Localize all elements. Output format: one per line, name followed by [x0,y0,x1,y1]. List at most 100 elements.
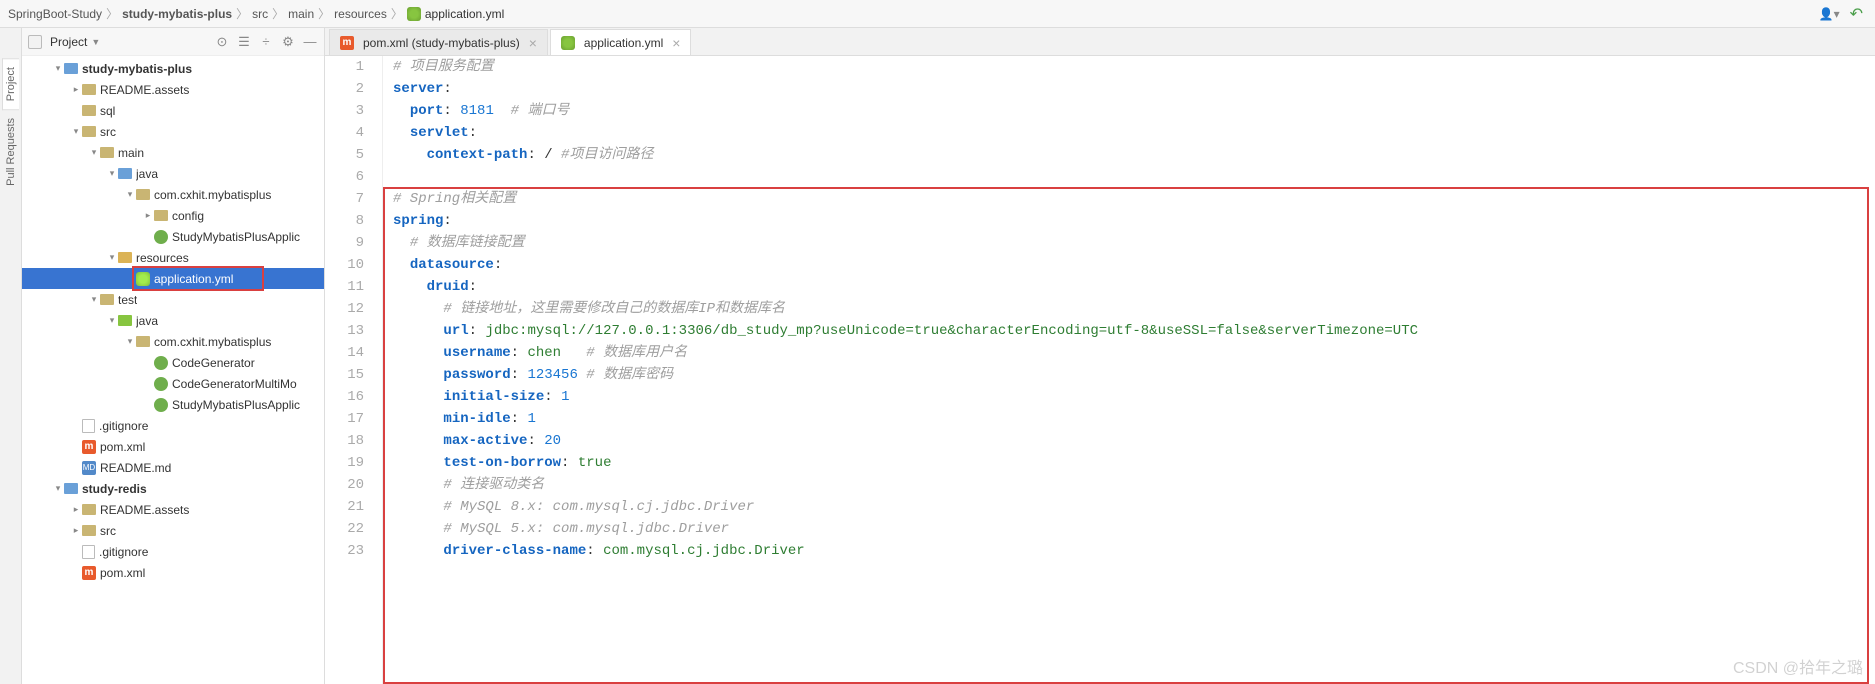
chevron-down-icon[interactable]: ▼ [91,37,100,47]
line-number: 10 [325,254,364,276]
code-editor[interactable]: 1234567891011121314151617181920212223 # … [325,56,1875,684]
tree-arrow-icon[interactable]: ▾ [124,336,136,347]
code-line[interactable]: test-on-borrow: true [393,452,1875,474]
tree-arrow-icon[interactable]: ▾ [106,315,118,326]
tree-row[interactable]: ▸ README.assets [22,79,324,100]
close-icon[interactable]: × [529,35,537,51]
chevron-right-icon: 〉 [272,5,284,22]
tree-row[interactable]: ▾study-redis [22,478,324,499]
gear-icon[interactable]: ⚙ [280,34,296,50]
tree-arrow-icon[interactable]: ▾ [124,189,136,200]
close-icon[interactable]: × [672,35,680,51]
code-line[interactable]: context-path: / #项目访问路径 [393,144,1875,166]
tree-row[interactable]: ▾com.cxhit.mybatisplus [22,331,324,352]
tree-arrow-icon[interactable]: ▸ [142,210,154,221]
line-number: 13 [325,320,364,342]
breadcrumb-item[interactable]: resources [334,7,387,21]
tree-row[interactable]: ▾java [22,310,324,331]
tree-row[interactable]: CodeGeneratorMultiMo [22,373,324,394]
project-tool-tab[interactable]: Project [2,58,19,110]
tree-arrow-icon[interactable]: ▾ [70,126,82,137]
tree-row[interactable]: sql [22,100,324,121]
breadcrumb-item[interactable]: SpringBoot-Study [8,7,102,21]
editor-tab[interactable]: application.yml× [550,29,692,55]
tree-row[interactable]: MDREADME.md [22,457,324,478]
tree-arrow-icon[interactable]: ▾ [52,63,64,74]
tree-row[interactable]: StudyMybatisPlusApplic [22,226,324,247]
tree-row[interactable]: StudyMybatisPlusApplic [22,394,324,415]
breadcrumb-item[interactable]: src [252,7,268,21]
tree-arrow-icon[interactable]: ▾ [52,483,64,494]
tree-row[interactable]: ▾test [22,289,324,310]
tree-row[interactable]: ▸src [22,520,324,541]
code-line[interactable]: max-active: 20 [393,430,1875,452]
code-line[interactable]: # MySQL 5.x: com.mysql.jdbc.Driver [393,518,1875,540]
breadcrumb-item[interactable]: application.yml [407,7,504,21]
code-line[interactable]: url: jdbc:mysql://127.0.0.1:3306/db_stud… [393,320,1875,342]
code-line[interactable]: min-idle: 1 [393,408,1875,430]
code-line[interactable] [393,166,1875,188]
hide-icon[interactable]: — [302,34,318,50]
user-icon[interactable]: 👤▾ [1819,7,1840,21]
tree-arrow-icon[interactable]: ▾ [106,252,118,263]
java-class-icon [154,398,168,412]
code-line[interactable]: # MySQL 8.x: com.mysql.cj.jdbc.Driver [393,496,1875,518]
code-line[interactable]: driver-class-name: com.mysql.cj.jdbc.Dri… [393,540,1875,562]
code-line[interactable]: # 连接驱动类名 [393,474,1875,496]
tree-arrow-icon[interactable]: ▸ [70,84,82,95]
gutter: 1234567891011121314151617181920212223 [325,56,383,684]
code-line[interactable]: initial-size: 1 [393,386,1875,408]
code-line[interactable]: password: 123456 # 数据库密码 [393,364,1875,386]
tree-row[interactable]: ▾java [22,163,324,184]
collapse-all-icon[interactable]: ÷ [258,34,274,50]
pull-requests-tool-tab[interactable]: Pull Requests [3,110,19,194]
code-line[interactable]: # 链接地址，这里需要修改自己的数据库IP和数据库名 [393,298,1875,320]
code-line[interactable]: port: 8181 # 端口号 [393,100,1875,122]
code-line[interactable]: spring: [393,210,1875,232]
expand-all-icon[interactable]: ☰ [236,34,252,50]
tree-row[interactable]: ▾study-mybatis-plus [22,58,324,79]
tree-arrow-icon[interactable]: ▾ [88,294,100,305]
code-line[interactable]: # 项目服务配置 [393,56,1875,78]
breadcrumb: SpringBoot-Study 〉 study-mybatis-plus 〉 … [0,0,1875,28]
code-content[interactable]: # 项目服务配置server: port: 8181 # 端口号 servlet… [383,56,1875,684]
tree-row[interactable]: .gitignore [22,541,324,562]
tree-row[interactable]: ▸README.assets [22,499,324,520]
line-number: 8 [325,210,364,232]
tree-row[interactable]: mpom.xml [22,562,324,583]
tree-row[interactable]: ▾com.cxhit.mybatisplus [22,184,324,205]
tree-row[interactable]: ▸config [22,205,324,226]
tree-arrow-icon[interactable]: ▾ [88,147,100,158]
tree-item-label: CodeGeneratorMultiMo [172,377,297,391]
editor-tab[interactable]: mpom.xml (study-mybatis-plus)× [329,29,548,55]
breadcrumb-item[interactable]: main [288,7,314,21]
breadcrumb-item[interactable]: study-mybatis-plus [122,7,232,21]
back-icon[interactable]: ↶ [1850,4,1863,24]
code-line[interactable]: username: chen # 数据库用户名 [393,342,1875,364]
tree-row[interactable]: ▾main [22,142,324,163]
package-icon [136,336,150,347]
tree-row[interactable]: ▾src [22,121,324,142]
tree-item-label: CodeGenerator [172,356,255,370]
tree-row[interactable]: .gitignore [22,415,324,436]
code-line[interactable]: server: [393,78,1875,100]
code-line[interactable]: # Spring相关配置 [393,188,1875,210]
tree-arrow-icon[interactable]: ▸ [70,525,82,536]
code-line[interactable]: druid: [393,276,1875,298]
project-tree[interactable]: ▾study-mybatis-plus ▸ README.assets sql▾src… [22,56,324,684]
tree-arrow-icon[interactable]: ▸ [70,504,82,515]
code-line[interactable]: # 数据库链接配置 [393,232,1875,254]
tree-row[interactable]: CodeGenerator [22,352,324,373]
yaml-icon [136,272,150,286]
tree-row[interactable]: ▾resources [22,247,324,268]
code-line[interactable]: datasource: [393,254,1875,276]
select-opened-file-icon[interactable]: ⊙ [214,34,230,50]
code-line[interactable]: servlet: [393,122,1875,144]
folder-icon [82,525,96,536]
tree-arrow-icon[interactable]: ▾ [106,168,118,179]
java-class-icon [154,377,168,391]
tree-row[interactable]: mpom.xml [22,436,324,457]
tree-item-label: README.assets [100,83,189,97]
tree-row[interactable]: application.yml [22,268,324,289]
chevron-right-icon: 〉 [106,5,118,22]
